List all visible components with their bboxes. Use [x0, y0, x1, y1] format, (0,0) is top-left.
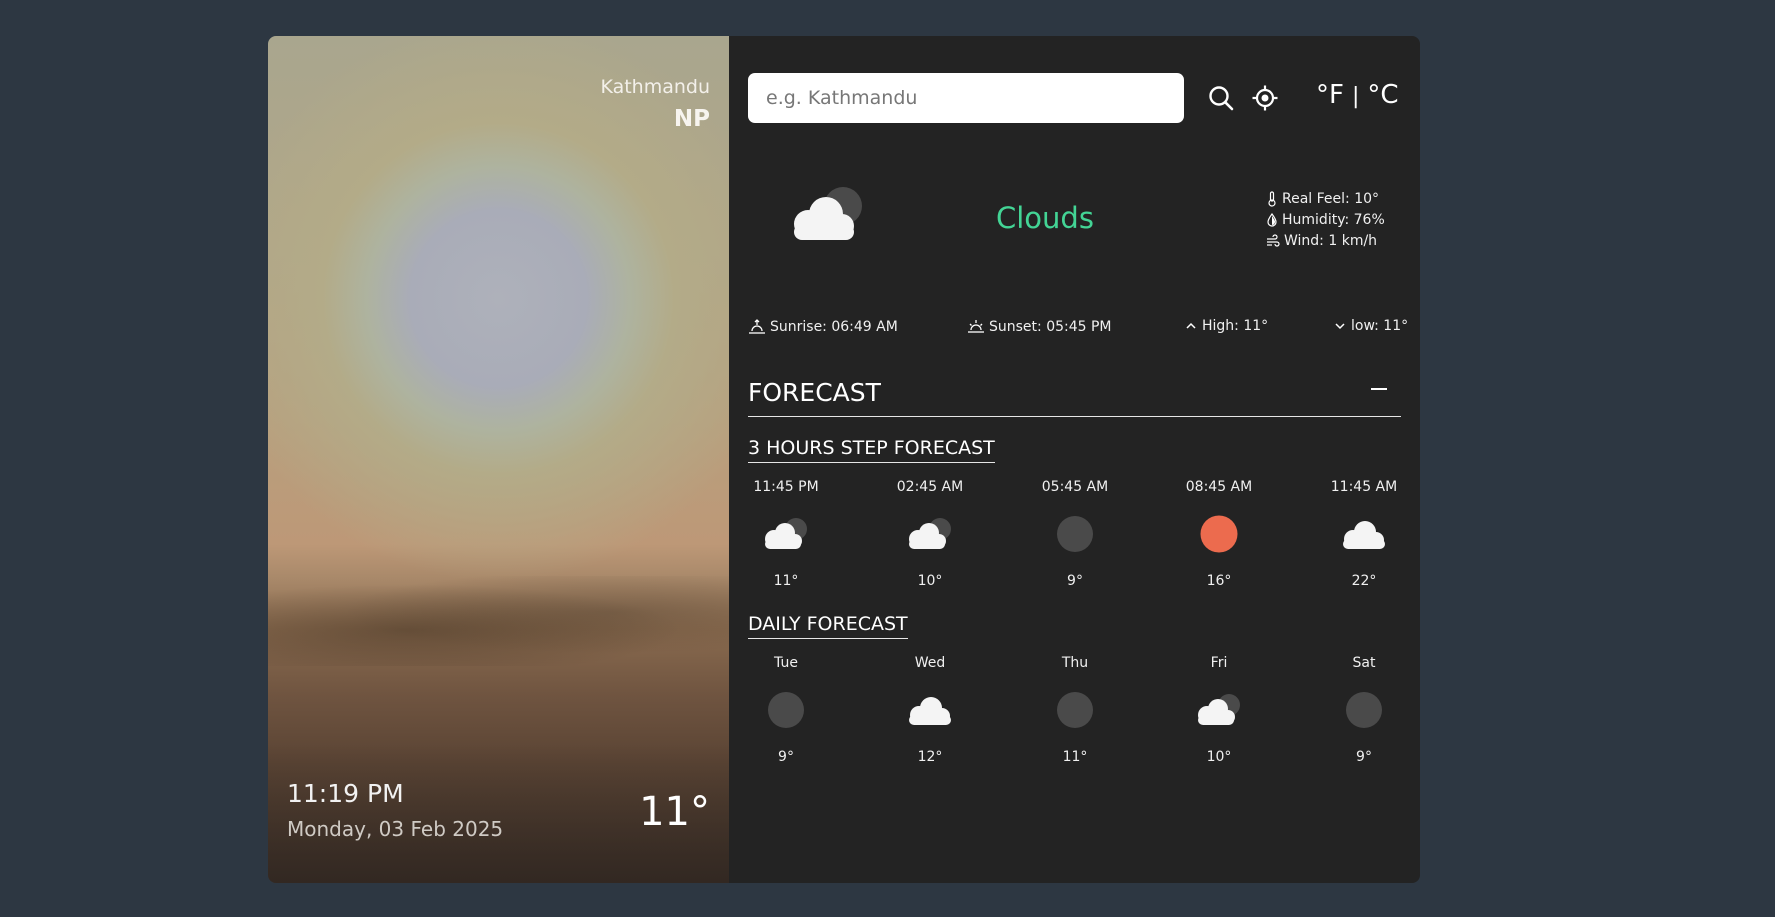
forecast-temperature: 9° — [1067, 573, 1083, 589]
celsius-button[interactable]: °C — [1367, 80, 1398, 110]
sunset-text: Sunset: 05:45 PM — [989, 319, 1112, 335]
city-name: Kathmandu — [600, 76, 710, 98]
forecast-temperature: 11° — [773, 573, 799, 589]
moon-icon — [1319, 681, 1409, 739]
humidity: Humidity: 76% — [1266, 209, 1385, 230]
forecast-header: FORECAST — [748, 378, 1401, 417]
low-text: low: 11° — [1351, 318, 1409, 334]
forecast-label: 05:45 AM — [1041, 479, 1109, 495]
forecast-label: 02:45 AM — [896, 479, 964, 495]
hourly-forecast-item: 11:45 PM 11° — [741, 479, 831, 589]
cloud-moon-icon — [741, 505, 831, 563]
droplet-icon — [1267, 212, 1277, 227]
forecast-label: 08:45 AM — [1185, 479, 1253, 495]
forecast-temperature: 16° — [1206, 573, 1232, 589]
forecast-temperature: 9° — [778, 749, 794, 765]
daily-forecast-item: Sat 9° — [1319, 655, 1409, 765]
local-time: 11:19 PM — [287, 779, 404, 808]
chevron-down-icon — [1335, 323, 1345, 330]
high-text: High: 11° — [1202, 318, 1269, 334]
moon-icon — [1030, 505, 1120, 563]
forecast-temperature: 9° — [1356, 749, 1372, 765]
chevron-up-icon — [1186, 322, 1196, 329]
weather-details-panel: °F | °C Clouds Real Feel: 10° — [729, 36, 1420, 883]
cloud-icon — [1319, 505, 1409, 563]
hourly-forecast-item: 08:45 AM 16° — [1174, 479, 1264, 589]
daily-forecast-item: Thu 11° — [1030, 655, 1120, 765]
forecast-label: Sat — [1352, 655, 1376, 671]
sunset-icon — [968, 320, 984, 333]
hourly-forecast-item: 11:45 AM 22° — [1319, 479, 1409, 589]
cloud-icon — [885, 681, 975, 739]
thermometer-icon — [1268, 190, 1276, 207]
sunrise-text: Sunrise: 06:49 AM — [770, 319, 898, 335]
forecast-temperature: 11° — [1062, 749, 1088, 765]
forecast-temperature: 12° — [917, 749, 943, 765]
high-temperature: High: 11° — [1184, 318, 1268, 334]
low-temperature: low: 11° — [1333, 318, 1408, 334]
wind-icon — [1267, 233, 1280, 247]
hourly-forecast-title: 3 HOURS STEP FORECAST — [748, 437, 995, 463]
daily-forecast-item: Fri 10° — [1174, 655, 1264, 765]
cloud-moon-icon — [1174, 681, 1264, 739]
forecast-label: 11:45 AM — [1330, 479, 1398, 495]
cloud-moon-icon — [885, 505, 975, 563]
hourly-forecast-item: 05:45 AM 9° — [1030, 479, 1120, 589]
forecast-temperature: 10° — [917, 573, 943, 589]
local-date: Monday, 03 Feb 2025 — [287, 817, 504, 841]
background-photo-panel: Kathmandu NP 11:19 PM Monday, 03 Feb 202… — [268, 36, 729, 883]
unit-switcher: °F | °C — [1316, 80, 1399, 110]
real-feel-text: Real Feel: 10° — [1282, 190, 1380, 207]
forecast-label: Wed — [914, 655, 946, 671]
fahrenheit-button[interactable]: °F — [1316, 80, 1344, 110]
sunrise: Sunrise: 06:49 AM — [748, 318, 898, 336]
search-input[interactable] — [748, 73, 1184, 123]
current-temperature: 11° — [639, 789, 710, 835]
forecast-temperature: 22° — [1351, 573, 1377, 589]
wind: Wind: 1 km/h — [1266, 230, 1385, 251]
weather-condition: Clouds — [996, 201, 1094, 235]
daily-forecast-title: DAILY FORECAST — [748, 613, 908, 639]
moon-icon — [741, 681, 831, 739]
forecast-title: FORECAST — [748, 378, 881, 407]
daily-forecast-item: Tue 9° — [741, 655, 831, 765]
real-feel: Real Feel: 10° — [1266, 188, 1385, 209]
location-icon[interactable] — [1252, 85, 1278, 115]
weather-card: Kathmandu NP 11:19 PM Monday, 03 Feb 202… — [268, 36, 1420, 883]
wind-text: Wind: 1 km/h — [1284, 232, 1378, 249]
weather-details: Real Feel: 10° Humidity: 76% Wind: 1 km/… — [1266, 188, 1385, 251]
sunrise-icon — [749, 319, 765, 334]
moon-icon — [1030, 681, 1120, 739]
collapse-icon[interactable] — [1371, 388, 1387, 390]
forecast-label: 11:45 PM — [753, 479, 819, 495]
unit-separator: | — [1351, 84, 1360, 109]
search-icon[interactable] — [1208, 85, 1234, 115]
forecast-label: Fri — [1210, 655, 1228, 671]
forecast-label: Tue — [774, 655, 798, 671]
sunset: Sunset: 05:45 PM — [967, 318, 1112, 336]
desert-dunes — [268, 576, 729, 666]
daily-forecast-item: Wed 12° — [885, 655, 975, 765]
hourly-forecast-item: 02:45 AM 10° — [885, 479, 975, 589]
sun-icon — [1174, 505, 1264, 563]
forecast-temperature: 10° — [1206, 749, 1232, 765]
humidity-text: Humidity: 76% — [1282, 211, 1385, 228]
forecast-label: Thu — [1061, 655, 1089, 671]
country-code: NP — [673, 106, 710, 132]
cloud-moon-icon — [786, 184, 870, 250]
